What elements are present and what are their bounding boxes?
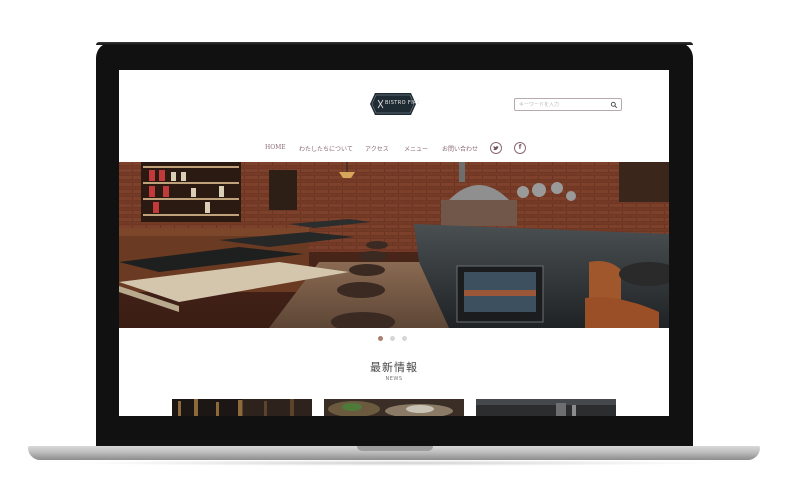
site-logo[interactable]: BISTRO FIRE [370,93,420,115]
news-thumbnail-3[interactable] [476,399,616,416]
main-nav: HOME わたしたちについて アクセス メニュー お問い合わせ f [119,142,669,156]
news-title: 最新情報 [370,361,418,374]
news-image-3 [476,399,616,416]
news-subtitle: NEWS [385,376,403,382]
nav-contact[interactable]: お問い合わせ [442,144,478,153]
logo-text: BISTRO FIRE [385,100,421,106]
slider-dot-2[interactable] [390,336,395,341]
slider-dot-1[interactable] [378,336,383,341]
restaurant-interior-image [119,162,669,328]
twitter-icon[interactable] [490,142,502,154]
news-image-2 [324,399,464,416]
laptop-base [28,446,760,460]
laptop-screen: BISTRO FIRE キーワードを入力 HOME わたしたちについて アクセス… [119,70,669,416]
search-input[interactable]: キーワードを入力 [514,98,622,111]
facebook-icon[interactable]: f [514,142,526,154]
slider-dot-3[interactable] [402,336,407,341]
nav-access[interactable]: アクセス [365,144,389,153]
news-thumbnail-2[interactable] [324,399,464,416]
news-thumbnail-1[interactable] [172,399,312,416]
facebook-glyph: f [518,144,522,151]
news-image-1 [172,399,312,416]
hero-slider[interactable] [119,162,669,328]
nav-menu[interactable]: メニュー [404,144,428,153]
search-placeholder: キーワードを入力 [519,102,560,108]
nav-about[interactable]: わたしたちについて [299,144,353,153]
search-icon[interactable] [610,101,618,109]
nav-home[interactable]: HOME [265,144,286,151]
laptop-shadow [70,460,720,466]
